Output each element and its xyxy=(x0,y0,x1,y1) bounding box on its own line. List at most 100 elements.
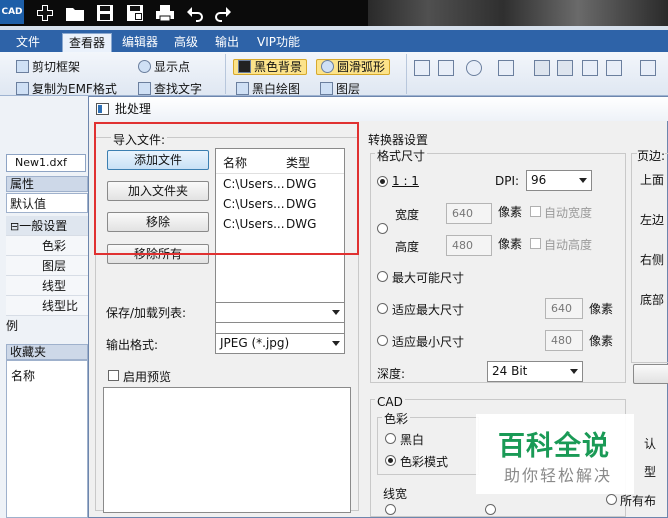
color-mode-radio[interactable] xyxy=(385,455,396,466)
max-size-radio[interactable] xyxy=(377,271,388,282)
default-value-dropdown[interactable]: 默认值 xyxy=(6,193,88,213)
dpi-label: DPI: xyxy=(495,174,520,188)
margin-apply-button[interactable] xyxy=(633,364,668,384)
zoom-window-icon[interactable] xyxy=(414,60,430,76)
property-row[interactable]: 色彩 xyxy=(6,236,88,256)
move-icon[interactable] xyxy=(640,60,656,76)
find-text-icon xyxy=(138,82,151,95)
tab-output[interactable]: 输出 xyxy=(209,33,245,52)
save-icon[interactable] xyxy=(94,2,116,24)
smooth-arc-label: 圆滑弧形 xyxy=(337,60,386,74)
auto-width-checkbox[interactable] xyxy=(530,206,541,217)
document-tab[interactable]: New1.dxf xyxy=(6,154,86,172)
titlebar-blur xyxy=(368,0,668,26)
black-white-radio[interactable] xyxy=(385,433,396,444)
enable-preview-checkbox[interactable] xyxy=(108,370,119,381)
line-width-radio[interactable] xyxy=(385,504,396,515)
property-row[interactable]: 线型比例 xyxy=(6,296,88,333)
fit-min-label: 适应最小尺寸 xyxy=(392,335,465,349)
right-edge-text: 认 xyxy=(644,437,657,451)
emf-icon xyxy=(16,82,29,95)
cut-frame-label: 剪切框架 xyxy=(32,60,81,74)
favorites-list[interactable]: 名称 xyxy=(6,360,88,518)
exit-icon[interactable] xyxy=(606,60,622,76)
color-mode-label: 色彩模式 xyxy=(400,455,449,469)
layers-label: 图层 xyxy=(336,82,361,96)
auto-height-checkbox[interactable] xyxy=(530,238,541,249)
auto-height-label: 自动高度 xyxy=(544,238,593,252)
property-row[interactable]: 图层 xyxy=(6,256,88,276)
depth-label: 深度: xyxy=(377,367,406,381)
all-layouts-radio[interactable] xyxy=(606,494,617,505)
fit-max-input[interactable]: 640 xyxy=(545,298,583,319)
save-load-list-label: 保存/加载列表: xyxy=(106,306,187,320)
open-folder-icon[interactable] xyxy=(64,2,86,24)
general-settings-group[interactable]: ⊟一般设置 xyxy=(6,216,88,236)
default-value-label: 默认值 xyxy=(10,197,47,211)
new-icon[interactable] xyxy=(34,2,56,24)
output-format-dropdown[interactable]: JPEG (*.jpg) xyxy=(215,333,345,354)
max-size-label: 最大可能尺寸 xyxy=(392,271,465,285)
fit-min-pixel-unit: 像素 xyxy=(589,334,614,348)
ribbon-separator xyxy=(225,54,226,94)
zoom-extents-icon[interactable] xyxy=(438,60,454,76)
ribbon-separator xyxy=(406,54,407,94)
right-edge-text: 型 xyxy=(644,465,657,479)
fit-min-radio[interactable] xyxy=(377,335,388,346)
watermark-subtitle: 助你轻松解决 xyxy=(504,466,613,485)
dpi-dropdown[interactable]: 96 xyxy=(526,170,592,191)
redo-icon[interactable] xyxy=(212,2,234,24)
watermark: 百科全说 助你轻松解决 xyxy=(476,414,634,494)
width-label: 宽度 xyxy=(395,208,420,222)
highlight-annotation-box xyxy=(94,122,359,255)
smooth-arc-button[interactable]: 圆滑弧形 xyxy=(316,58,391,76)
bw-draw-label: 黑白绘图 xyxy=(252,82,301,96)
refresh-icon[interactable] xyxy=(582,60,598,76)
line-width-radio-2[interactable] xyxy=(485,504,496,515)
height-input[interactable]: 480 xyxy=(446,235,492,256)
show-points-button[interactable]: 显示点 xyxy=(138,58,190,76)
chevron-down-icon xyxy=(332,310,340,315)
forward-arrow-icon[interactable] xyxy=(557,60,573,76)
black-background-button[interactable]: 黑色背景 xyxy=(233,58,308,76)
black-bg-label: 黑色背景 xyxy=(254,60,303,74)
property-row[interactable]: 线型 xyxy=(6,276,88,296)
save-load-list-dropdown[interactable] xyxy=(215,302,345,323)
color-label: 色彩 xyxy=(382,410,411,427)
points-icon xyxy=(138,60,151,73)
width-input[interactable]: 640 xyxy=(446,203,492,224)
zoom-in-icon[interactable] xyxy=(466,60,482,76)
layers-icon xyxy=(320,82,333,95)
tab-vip[interactable]: VIP功能 xyxy=(251,33,306,52)
crop-icon xyxy=(16,60,29,73)
tab-editor[interactable]: 编辑器 xyxy=(116,33,164,52)
fit-max-pixel-unit: 像素 xyxy=(589,302,614,316)
dpi-value: 96 xyxy=(531,173,547,187)
collapse-icon: ⊟ xyxy=(10,220,20,233)
tab-viewer[interactable]: 查看器 xyxy=(62,33,113,52)
depth-dropdown[interactable]: 24 Bit xyxy=(487,361,583,382)
enable-preview-label: 启用预览 xyxy=(123,370,172,384)
margin-left-label: 左边 xyxy=(640,213,665,227)
ratio-radio[interactable] xyxy=(377,176,388,187)
fit-min-input[interactable]: 480 xyxy=(545,330,583,351)
tab-advanced[interactable]: 高级 xyxy=(168,33,204,52)
custom-size-radio[interactable] xyxy=(377,223,388,234)
format-size-label: 格式尺寸 xyxy=(375,147,428,164)
property-layer-label: 图层 xyxy=(42,259,67,273)
undo-icon[interactable] xyxy=(184,2,206,24)
cut-frame-button[interactable]: 剪切框架 xyxy=(16,58,80,76)
pan-hand-icon[interactable] xyxy=(498,60,514,76)
save-as-icon[interactable] xyxy=(124,2,146,24)
output-format-value: JPEG (*.jpg) xyxy=(220,336,290,350)
ratio-label: 1 : 1 xyxy=(392,174,419,188)
output-format-label: 输出格式: xyxy=(106,338,159,352)
favorites-header: 收藏夹 xyxy=(6,344,88,360)
margin-right-label: 右侧 xyxy=(640,253,665,267)
chevron-down-icon xyxy=(570,369,578,374)
tab-file[interactable]: 文件 xyxy=(10,33,46,52)
back-arrow-icon[interactable] xyxy=(534,60,550,76)
print-icon[interactable] xyxy=(154,2,176,24)
all-layouts-label: 所有布 xyxy=(620,494,657,508)
fit-max-radio[interactable] xyxy=(377,303,388,314)
